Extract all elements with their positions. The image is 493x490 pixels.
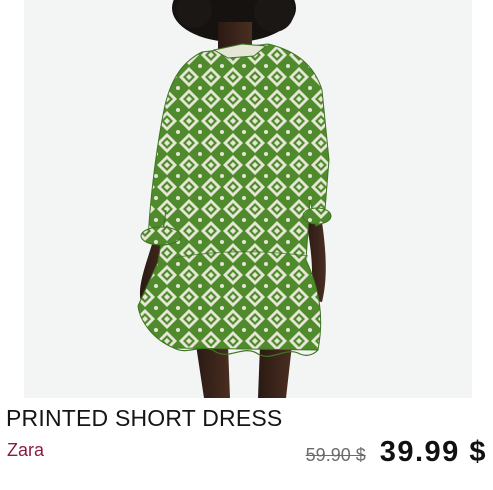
product-brand[interactable]: Zara [7,440,44,461]
sale-price: 39.99 $ [379,436,487,468]
dress-illustration [137,0,332,398]
price-row: 59.90 $ 39.99 $ [306,436,487,469]
product-card[interactable]: PRINTED SHORT DRESS Zara 59.90 $ 39.99 $ [0,0,493,490]
original-price: 59.90 $ [305,445,366,465]
product-title[interactable]: PRINTED SHORT DRESS [6,405,282,432]
product-image-container[interactable] [0,0,493,398]
product-photo[interactable] [24,0,472,398]
